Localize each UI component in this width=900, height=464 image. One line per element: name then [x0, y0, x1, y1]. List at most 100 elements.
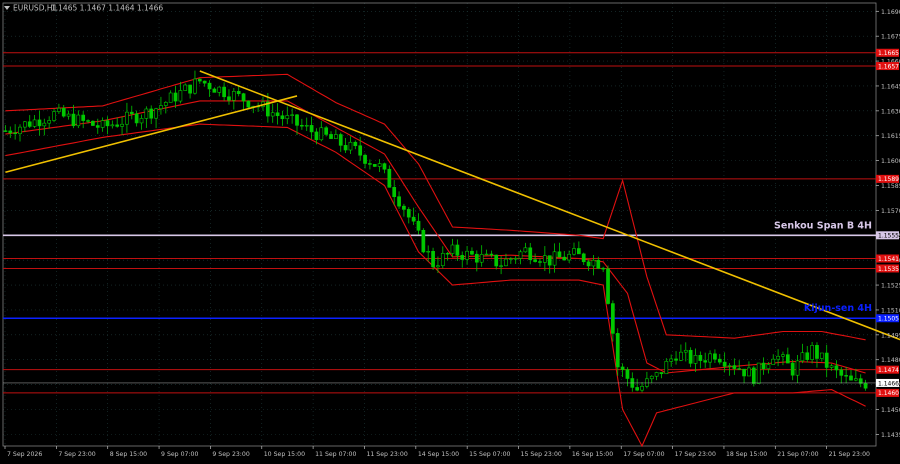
chart-header: EURUSD,H1 1.1465 1.1467 1.1464 1.1466: [4, 4, 163, 13]
candle-body: [290, 114, 294, 116]
price-chart[interactable]: 1.16901.16751.16601.16451.16301.16151.16…: [0, 0, 900, 460]
candle-body: [329, 134, 333, 139]
candle-body: [450, 244, 455, 254]
candle-body: [703, 360, 708, 363]
level-name-label: Senkou Span B 4H: [774, 220, 872, 231]
price-tick-label: 1.1615: [881, 133, 900, 140]
candle-body: [178, 90, 183, 102]
candle-body: [460, 255, 465, 260]
candle-body: [781, 354, 785, 357]
candle-body: [489, 253, 494, 256]
time-tick-label: 15 Sep 07:00: [469, 451, 510, 458]
candle-body: [659, 372, 664, 375]
candle-body: [159, 105, 163, 110]
price-tick-label: 1.1450: [881, 407, 900, 414]
candle-body: [528, 247, 533, 260]
candle-body: [406, 209, 411, 218]
candle-body: [810, 345, 814, 360]
price-tick-label: 1.1435: [881, 432, 900, 439]
candle-body: [518, 251, 523, 259]
candle-body: [193, 78, 197, 94]
candle-body: [635, 387, 640, 391]
chart-window: 1.16901.16751.16601.16451.16301.16151.16…: [0, 0, 900, 460]
candle-body: [853, 378, 858, 381]
candle-body: [309, 125, 314, 133]
candle-body: [683, 349, 688, 353]
candle-body: [688, 349, 693, 364]
candle-body: [669, 358, 674, 362]
candle-body: [173, 92, 178, 102]
candle-body: [246, 100, 251, 108]
level-tag-label: 1.1460: [878, 390, 899, 397]
candle-body: [620, 366, 625, 370]
candle-body: [805, 352, 810, 360]
candle-body: [95, 125, 100, 128]
candle-body: [402, 205, 406, 210]
candle-body: [751, 367, 756, 384]
candle-body: [37, 119, 42, 127]
candle-body: [338, 134, 343, 146]
candle-body: [241, 93, 246, 102]
candle-body: [547, 255, 552, 266]
candle-body: [557, 251, 562, 258]
time-tick-label: 14 Sep 15:00: [418, 451, 459, 458]
candle-body: [513, 258, 518, 260]
time-tick-label: 18 Sep 15:00: [726, 451, 767, 458]
candle-body: [674, 358, 678, 361]
candle-body: [440, 253, 445, 266]
candle-body: [596, 259, 601, 269]
price-tick-label: 1.1630: [881, 108, 900, 115]
time-tick-label: 21 Sep 23:00: [829, 451, 870, 458]
candle-body: [713, 353, 717, 360]
candle-body: [844, 375, 848, 377]
candle-body: [795, 360, 800, 376]
price-tick-label: 1.1600: [881, 158, 900, 165]
candle-body: [421, 229, 426, 253]
level-tag-label: 1.1535: [878, 266, 899, 273]
candle-body: [397, 196, 401, 207]
candle-body: [115, 124, 120, 127]
candle-body: [227, 96, 231, 101]
time-tick-label: 11 Sep 07:00: [315, 451, 356, 458]
price-tick-label: 1.1675: [881, 34, 900, 41]
candle-body: [649, 375, 654, 380]
candle-body: [567, 253, 571, 261]
candle-body: [727, 365, 732, 367]
candle-body: [324, 127, 329, 135]
candle-body: [484, 253, 489, 256]
candle-body: [654, 372, 659, 377]
candle-body: [829, 365, 834, 368]
level-tag-label: 1.1505: [878, 316, 899, 323]
candle-body: [542, 255, 547, 263]
candle-body: [839, 369, 844, 376]
candle-body: [708, 353, 712, 363]
candle-body: [858, 378, 863, 384]
time-tick-label: 7 Sep 23:00: [58, 451, 95, 458]
price-tick-label: 1.1585: [881, 183, 900, 190]
candle-body: [125, 111, 129, 125]
candle-body: [785, 354, 790, 364]
candle-body: [129, 111, 134, 115]
candle-body: [18, 126, 22, 135]
candle-body: [334, 134, 338, 139]
candle-body: [824, 352, 829, 368]
candle-body: [86, 120, 90, 122]
candle-body: [508, 258, 513, 260]
candle-body: [722, 361, 727, 367]
level-name-label: Kijun-sen 4H: [804, 303, 872, 314]
candle-body: [57, 107, 61, 112]
candle-body: [552, 251, 557, 266]
candle-body: [149, 108, 154, 119]
candle-body: [275, 112, 280, 117]
price-tick-label: 1.1510: [881, 307, 900, 314]
candle-body: [474, 253, 479, 263]
candle-body: [13, 132, 18, 135]
candle-body: [207, 82, 212, 90]
candle-body: [76, 114, 81, 127]
candle-body: [761, 362, 766, 370]
candle-body: [465, 250, 469, 260]
candle-body: [91, 120, 95, 126]
time-tick-label: 8 Sep 15:00: [110, 451, 147, 458]
candle-body: [747, 367, 751, 377]
candle-body: [217, 86, 222, 93]
